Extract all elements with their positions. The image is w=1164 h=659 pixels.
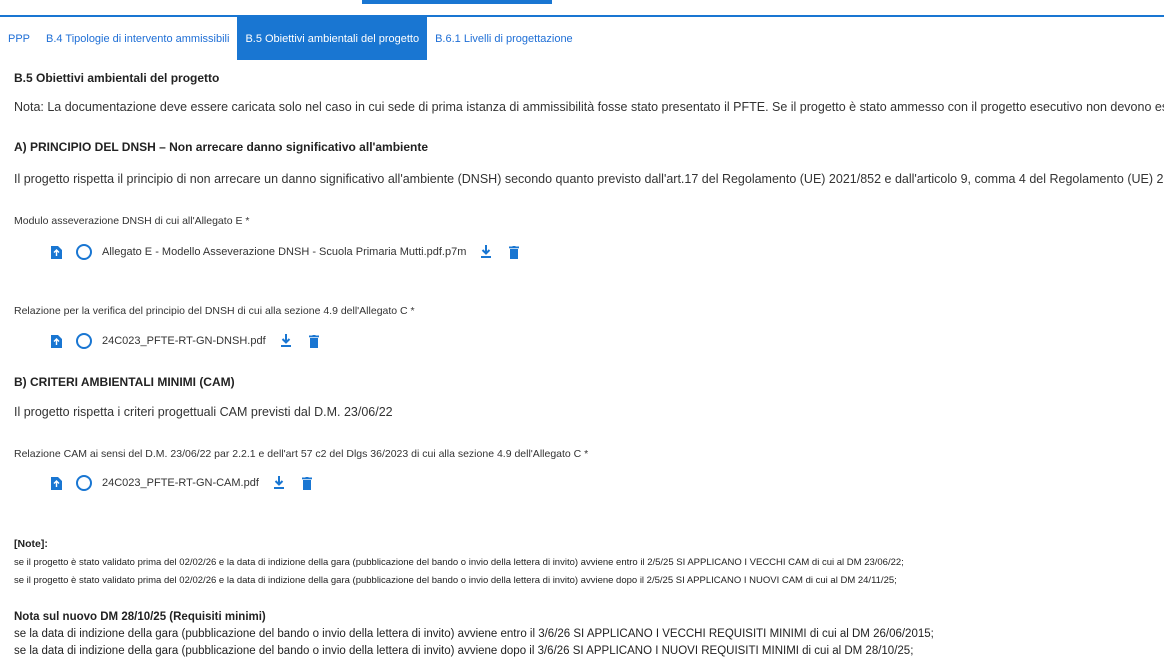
download-icon[interactable]: [480, 245, 492, 259]
file-upload-icon[interactable]: [50, 476, 62, 490]
section-b-text: Il progetto rispetta i criteri progettua…: [14, 405, 393, 419]
section-a-title: A) PRINCIPIO DEL DNSH – Non arrecare dan…: [14, 140, 429, 154]
dnsh-asseverazione-file-name[interactable]: Allegato E - Modello Asseverazione DNSH …: [102, 246, 466, 258]
dnsh-relazione-file-row: 24C023_PFTE-RT-GN-DNSH.pdf: [14, 331, 319, 351]
cam-relazione-file-name[interactable]: 24C023_PFTE-RT-GN-CAM.pdf: [102, 477, 259, 489]
dnsh-relazione-file-name[interactable]: 24C023_PFTE-RT-GN-DNSH.pdf: [102, 335, 266, 347]
download-icon[interactable]: [273, 476, 285, 490]
page-title: B.5 Obiettivi ambientali del progetto: [14, 71, 220, 85]
file-upload-icon[interactable]: [50, 334, 62, 348]
dnsh-asseverazione-label: Modulo asseverazione DNSH di cui all'All…: [14, 215, 250, 227]
circle-status-icon[interactable]: [76, 244, 92, 260]
circle-status-icon[interactable]: [76, 333, 92, 349]
circle-status-icon[interactable]: [76, 475, 92, 491]
file-upload-icon[interactable]: [50, 245, 62, 259]
nota-text: Nota: La documentazione deve essere cari…: [14, 100, 1164, 114]
section-b-title: B) CRITERI AMBIENTALI MINIMI (CAM): [14, 375, 235, 389]
section-a-text: Il progetto rispetta il principio di non…: [14, 172, 1164, 186]
dnsh-relazione-label: Relazione per la verifica del principio …: [14, 305, 415, 317]
dm-note-line-1: se la data di indizione della gara (pubb…: [14, 628, 934, 640]
download-icon[interactable]: [280, 334, 292, 348]
notes-line-2: se il progetto è stato validato prima de…: [14, 575, 897, 586]
dnsh-asseverazione-file-row: Allegato E - Modello Asseverazione DNSH …: [14, 242, 520, 262]
notes-title: [Note]:: [14, 538, 48, 550]
top-active-indicator: [362, 0, 552, 4]
tab-ppp[interactable]: PPP: [0, 17, 38, 60]
trash-icon[interactable]: [301, 476, 312, 490]
dm-note-line-2: se la data di indizione della gara (pubb…: [14, 645, 914, 657]
cam-relazione-label: Relazione CAM ai sensi del D.M. 23/06/22…: [14, 448, 589, 460]
cam-relazione-file-row: 24C023_PFTE-RT-GN-CAM.pdf: [14, 473, 312, 493]
trash-icon[interactable]: [509, 245, 520, 259]
tab-tipologie-intervento[interactable]: B.4 Tipologie di intervento ammissibili: [38, 17, 237, 60]
dm-note-title: Nota sul nuovo DM 28/10/25 (Requisiti mi…: [14, 611, 266, 623]
tab-bar: PPP B.4 Tipologie di intervento ammissib…: [0, 15, 1164, 60]
notes-line-1: se il progetto è stato validato prima de…: [14, 557, 904, 568]
tab-livelli-progettazione[interactable]: B.6.1 Livelli di progettazione: [427, 17, 581, 60]
trash-icon[interactable]: [308, 334, 319, 348]
tab-obiettivi-ambientali[interactable]: B.5 Obiettivi ambientali del progetto: [237, 17, 428, 60]
